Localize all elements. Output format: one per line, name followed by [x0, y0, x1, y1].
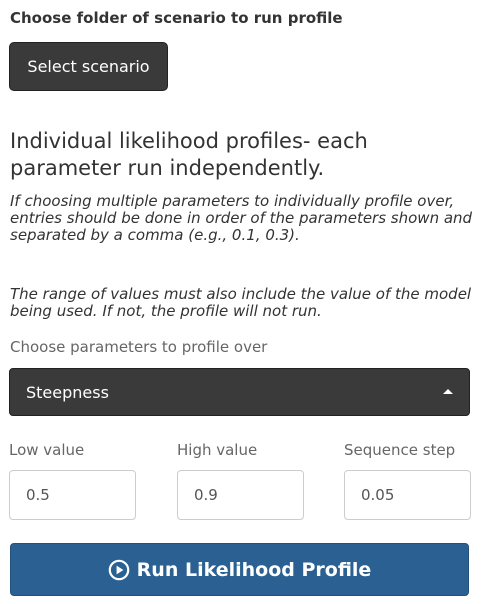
- play-circle-icon: [108, 559, 129, 580]
- low-value-label: Low value: [9, 441, 85, 459]
- select-scenario-button[interactable]: Select scenario: [9, 42, 168, 91]
- sequence-step-label: Sequence step: [344, 441, 456, 459]
- parameters-label: Choose parameters to profile over: [10, 338, 268, 356]
- run-likelihood-profile-button[interactable]: Run Likelihood Profile: [10, 543, 469, 596]
- high-value-input[interactable]: [177, 470, 304, 520]
- range-requirement-note: The range of values must also include th…: [10, 285, 472, 320]
- profiles-heading: Individual likelihood profiles- each par…: [10, 129, 368, 180]
- parameters-selected-value: Steepness: [26, 382, 109, 402]
- sequence-step-input[interactable]: [344, 470, 471, 520]
- parameters-dropdown[interactable]: Steepness: [9, 368, 470, 416]
- run-likelihood-profile-label: Run Likelihood Profile: [136, 558, 372, 581]
- high-value-label: High value: [177, 441, 258, 459]
- low-value-input[interactable]: [9, 470, 136, 520]
- multi-parameter-note: If choosing multiple parameters to indiv…: [10, 192, 473, 244]
- caret-up-icon: [443, 389, 453, 394]
- scenario-folder-label: Choose folder of scenario to run profile: [10, 9, 343, 27]
- select-scenario-button-label: Select scenario: [27, 57, 150, 76]
